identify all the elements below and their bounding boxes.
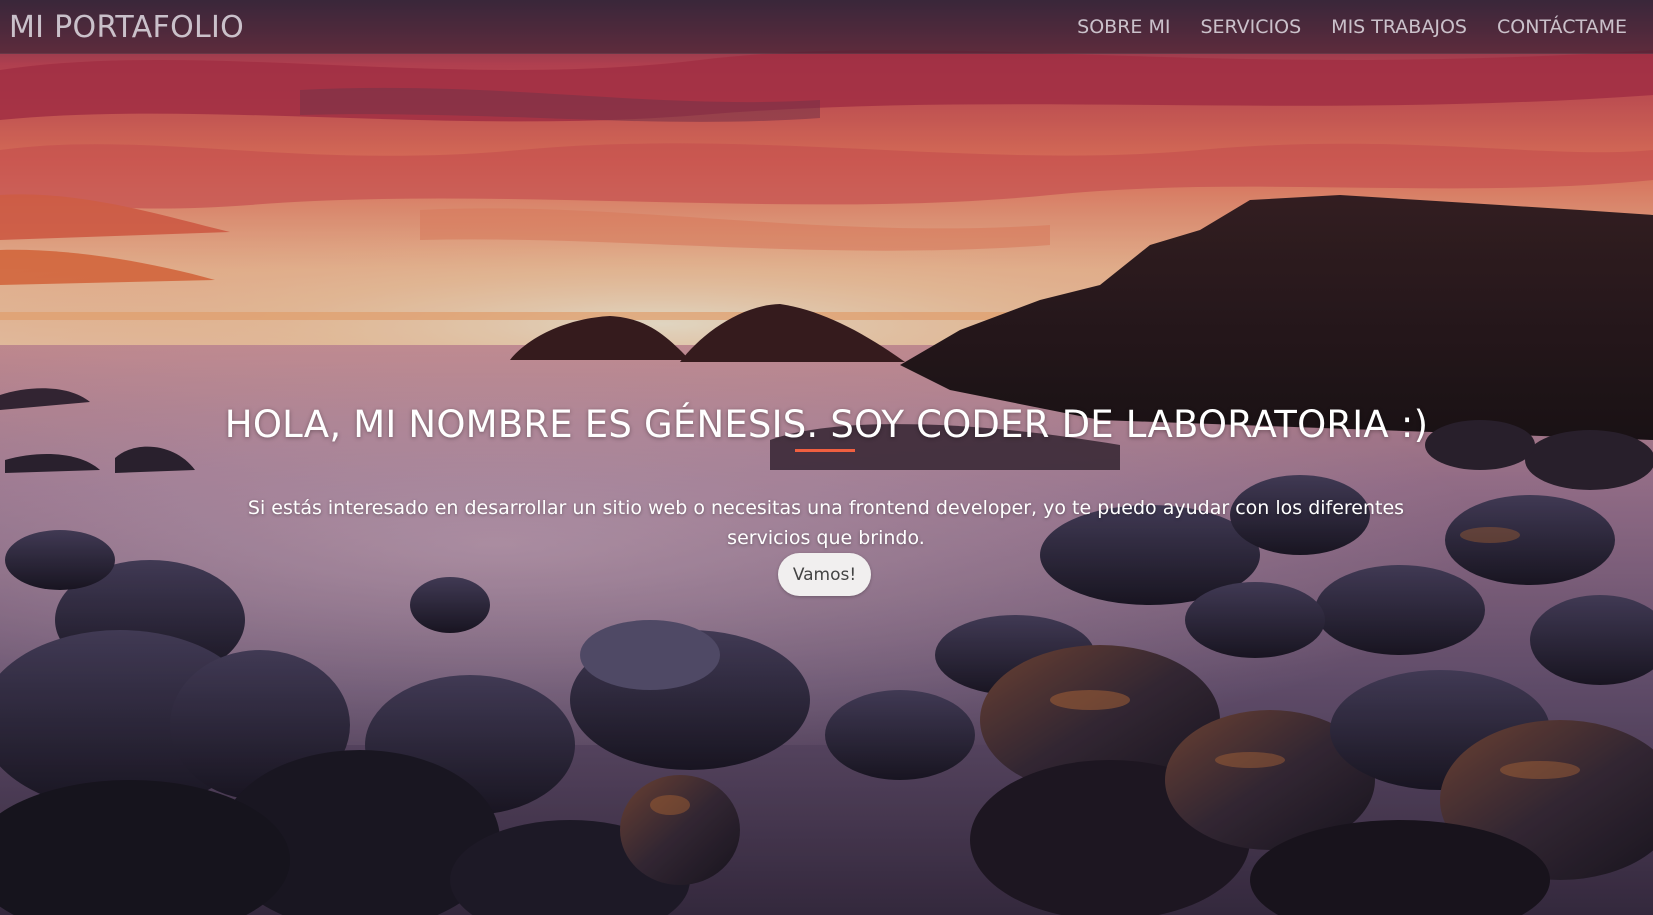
nav-link-servicios[interactable]: SERVICIOS	[1200, 16, 1301, 38]
nav-links: SOBRE MI SERVICIOS MIS TRABAJOS CONTÁCTA…	[1077, 16, 1627, 38]
hero-background-image	[0, 0, 1653, 915]
nav-link-contactame[interactable]: CONTÁCTAME	[1497, 16, 1627, 38]
hero-title: HOLA, MI NOMBRE ES GÉNESIS. SOY CODER DE…	[224, 402, 1429, 446]
hero-divider	[795, 449, 855, 452]
portfolio-page: MI PORTAFOLIO SOBRE MI SERVICIOS MIS TRA…	[0, 0, 1653, 915]
top-navbar: MI PORTAFOLIO SOBRE MI SERVICIOS MIS TRA…	[0, 0, 1653, 54]
brand-logo-link[interactable]: MI PORTAFOLIO	[9, 10, 244, 45]
nav-link-sobre-mi[interactable]: SOBRE MI	[1077, 16, 1170, 38]
vamos-button[interactable]: Vamos!	[778, 553, 871, 596]
nav-link-mis-trabajos[interactable]: MIS TRABAJOS	[1331, 16, 1467, 38]
hero-description: Si estás interesado en desarrollar un si…	[247, 497, 1405, 549]
